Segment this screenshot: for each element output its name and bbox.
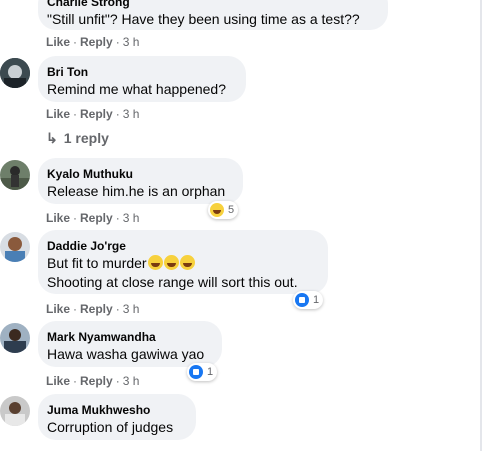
avatar[interactable] <box>0 160 30 190</box>
comment-actions: Like · Reply · 3 h <box>46 211 140 225</box>
comment-author[interactable]: Kyalo Muthuku <box>47 166 231 182</box>
comment-text: Corruption of judges <box>47 419 174 435</box>
reply-button[interactable]: Reply <box>80 302 113 316</box>
avatar[interactable] <box>0 323 30 353</box>
reply-button[interactable]: Reply <box>80 35 113 49</box>
like-reaction-icon <box>295 293 309 307</box>
comment-actions: Like · Reply · 3 h <box>46 302 140 316</box>
like-button[interactable]: Like <box>46 35 70 49</box>
comment-bubble: Kyalo Muthuku Release him.he is an orpha… <box>38 158 243 204</box>
laughing-emoji-icon <box>163 255 179 270</box>
avatar-image <box>0 323 30 353</box>
comment-time[interactable]: 3 h <box>123 35 140 49</box>
comment-author[interactable]: Charlie Strong <box>47 0 376 10</box>
avatar-image <box>0 396 30 426</box>
comment-time[interactable]: 3 h <box>123 302 140 316</box>
comment-actions: Like · Reply · 3 h <box>46 35 140 49</box>
reply-button[interactable]: Reply <box>80 211 113 225</box>
comment-author[interactable]: Mark Nyamwandha <box>47 329 210 345</box>
comment-bubble: Daddie Jo'rge But fit to murder Shooting… <box>38 230 328 294</box>
reply-arrow-icon: ↳ <box>46 130 58 146</box>
comment-text: Hawa washa gawiwa yao <box>47 346 205 362</box>
comment-bubble: Charlie Strong "Still unfit"? Have they … <box>38 0 388 30</box>
comment-bubble: Mark Nyamwandha Hawa washa gawiwa yao <box>38 321 222 367</box>
laughing-emoji-icon <box>147 255 163 270</box>
comment-bubble: Juma Mukhwesho Corruption of judges <box>38 394 196 440</box>
reaction-count: 1 <box>207 366 214 378</box>
haha-reaction-icon <box>210 203 224 217</box>
reaction-summary[interactable]: 1 <box>293 291 324 309</box>
like-reaction-icon <box>189 365 203 379</box>
avatar[interactable] <box>0 232 30 262</box>
comment-text: Release him.he is an orphan <box>47 183 226 199</box>
comment-author[interactable]: Bri Ton <box>47 64 234 80</box>
comment-actions: Like · Reply · 3 h <box>46 107 140 121</box>
comment-text: Shooting at close range will sort this o… <box>47 274 298 290</box>
comment-actions: Like · Reply · 3 h <box>46 374 140 388</box>
comment-text: Remind me what happened? <box>47 81 227 97</box>
avatar-image <box>0 232 30 262</box>
comment-author[interactable]: Daddie Jo'rge <box>47 238 316 254</box>
reply-button[interactable]: Reply <box>80 107 113 121</box>
avatar[interactable] <box>0 396 30 426</box>
like-button[interactable]: Like <box>46 211 70 225</box>
avatar-image <box>0 58 30 88</box>
reaction-count: 1 <box>313 294 320 306</box>
comment-bubble: Bri Ton Remind me what happened? <box>38 56 246 102</box>
comment-time[interactable]: 3 h <box>123 211 140 225</box>
comment-text: But fit to murder <box>47 254 316 273</box>
avatar-image <box>0 160 30 190</box>
comment-time[interactable]: 3 h <box>123 374 140 388</box>
avatar[interactable] <box>0 58 30 88</box>
comment-text: "Still unfit"? Have they been using time… <box>47 11 360 27</box>
reply-button[interactable]: Reply <box>80 374 113 388</box>
view-replies-link[interactable]: ↳ 1 reply <box>46 130 109 147</box>
reaction-count: 5 <box>228 204 235 216</box>
like-button[interactable]: Like <box>46 302 70 316</box>
laughing-emoji-icon <box>179 255 195 270</box>
like-button[interactable]: Like <box>46 107 70 121</box>
reaction-summary[interactable]: 1 <box>187 363 218 381</box>
like-button[interactable]: Like <box>46 374 70 388</box>
comment-author[interactable]: Juma Mukhwesho <box>47 402 184 418</box>
comment-time[interactable]: 3 h <box>123 107 140 121</box>
reaction-summary[interactable]: 5 <box>208 201 239 219</box>
